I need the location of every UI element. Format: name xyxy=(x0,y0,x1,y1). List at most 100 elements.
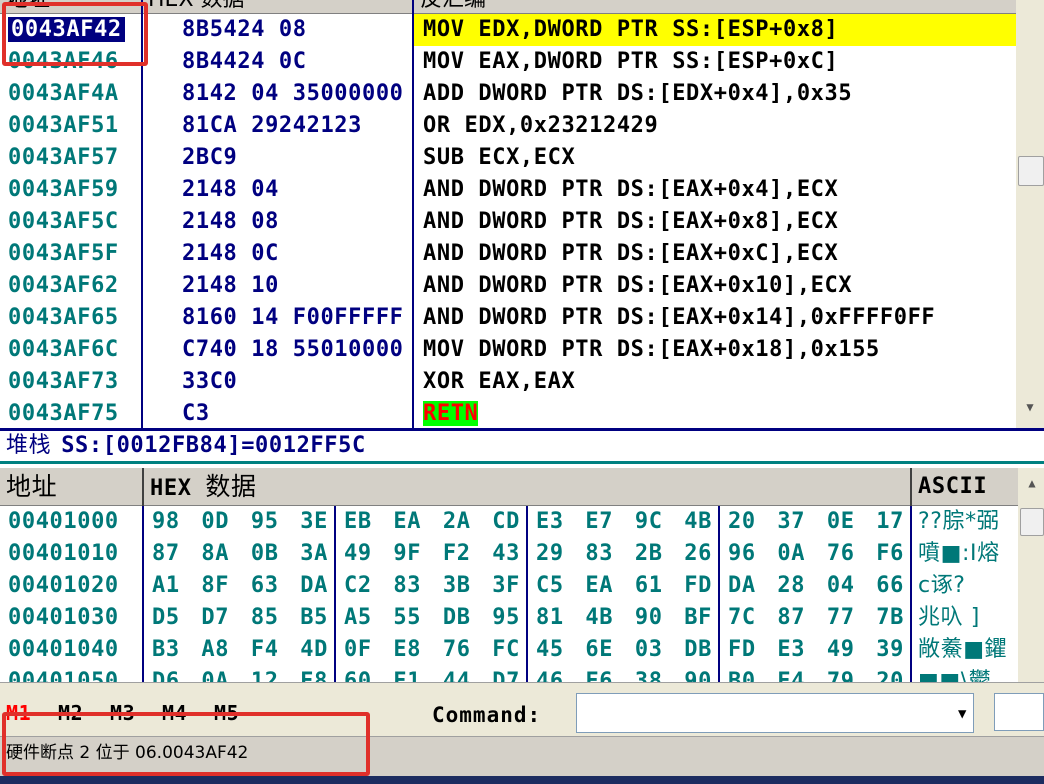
instruction-disasm[interactable]: AND DWORD PTR DS:[EAX+0xC],ECX xyxy=(414,238,1016,270)
dump-byte[interactable]: 29 xyxy=(536,538,564,570)
dump-tab-m3[interactable]: M3 xyxy=(110,701,135,725)
scroll-up-arrow-icon[interactable]: ▲ xyxy=(1018,476,1044,490)
dump-byte[interactable]: 39 xyxy=(876,634,904,666)
instruction-hex[interactable]: 81CA 29242123 xyxy=(142,110,413,142)
dump-byte[interactable]: 66 xyxy=(876,570,904,602)
dump-byte[interactable]: D7 xyxy=(201,602,229,634)
dump-byte[interactable]: E7 xyxy=(585,506,613,538)
dump-byte[interactable]: 95 xyxy=(492,602,520,634)
dump-byte[interactable]: A1 xyxy=(152,570,180,602)
dump-byte[interactable]: 0A xyxy=(777,538,805,570)
instruction-address[interactable]: 0043AF5C xyxy=(0,206,142,238)
instruction-address[interactable]: 0043AF51 xyxy=(0,110,142,142)
instruction-address[interactable]: 0043AF4A xyxy=(0,78,142,110)
instruction-hex[interactable]: 2148 08 xyxy=(142,206,413,238)
disassembly-row[interactable]: 0043AF75 C3 RETN xyxy=(0,398,1016,428)
dump-byte[interactable]: E1 xyxy=(393,666,421,682)
instruction-address[interactable]: 0043AF42 xyxy=(0,14,142,46)
dump-address[interactable]: 00401050 xyxy=(0,666,143,682)
dump-byte[interactable]: F2 xyxy=(443,538,471,570)
dump-byte[interactable]: 87 xyxy=(777,602,805,634)
disassembly-row[interactable]: 0043AF65 8160 14 F00FFFFF AND DWORD PTR DS… xyxy=(0,302,1016,334)
command-side-box[interactable] xyxy=(994,693,1044,731)
instruction-address[interactable]: 0043AF6C xyxy=(0,334,142,366)
dump-byte[interactable]: 0A xyxy=(201,666,229,682)
dump-column-ascii[interactable]: ASCII xyxy=(912,468,1018,506)
dump-byte[interactable]: 87 xyxy=(152,538,180,570)
disassembly-row[interactable]: 0043AF57 2BC9 SUB ECX,ECX xyxy=(0,142,1016,174)
scrollbar-thumb[interactable] xyxy=(1020,508,1044,536)
instruction-disasm[interactable]: AND DWORD PTR DS:[EAX+0x10],ECX xyxy=(414,270,1016,302)
disassembly-row[interactable]: 0043AF5F 2148 0C AND DWORD PTR DS:[EAX+0xC… xyxy=(0,238,1016,270)
dump-byte[interactable]: E3 xyxy=(777,634,805,666)
disassembly-row[interactable]: 0043AF62 2148 10 AND DWORD PTR DS:[EAX+0x1… xyxy=(0,270,1016,302)
dump-tab-m5[interactable]: M5 xyxy=(214,701,239,725)
instruction-disasm[interactable]: OR EDX,0x23212429 xyxy=(414,110,1016,142)
dump-byte[interactable]: 76 xyxy=(827,538,855,570)
dump-byte[interactable]: 3A xyxy=(300,538,328,570)
dump-byte[interactable]: A5 xyxy=(344,602,372,634)
dump-column-hex[interactable]: HEX 数据 xyxy=(144,468,912,506)
dump-byte[interactable]: 6E xyxy=(585,634,613,666)
dump-byte[interactable]: 55 xyxy=(393,602,421,634)
dropdown-arrow-icon[interactable]: ▼ xyxy=(958,706,967,722)
dump-byte[interactable]: 28 xyxy=(777,570,805,602)
dump-byte[interactable]: F6 xyxy=(876,538,904,570)
dump-byte[interactable]: FC xyxy=(492,634,520,666)
dump-row[interactable]: 00401030 D5 D7 85 B5 A5 55 DB 95 81 4B 90 BF 7C 87 77 7B… xyxy=(0,602,1018,634)
disassembly-scrollbar[interactable]: ▼ xyxy=(1016,0,1044,428)
instruction-hex[interactable]: 8B4424 0C xyxy=(142,46,413,78)
dump-byte[interactable]: FD xyxy=(684,570,712,602)
dump-byte[interactable]: DB xyxy=(684,634,712,666)
instruction-disasm[interactable]: MOV EAX,DWORD PTR SS:[ESP+0xC] xyxy=(414,46,1016,78)
dump-byte[interactable]: 49 xyxy=(344,538,372,570)
dump-byte[interactable]: A8 xyxy=(201,634,229,666)
instruction-hex[interactable]: C740 18 55010000 xyxy=(142,334,413,366)
dump-tab-m4[interactable]: M4 xyxy=(162,701,187,725)
dump-byte[interactable]: 0D xyxy=(201,506,229,538)
dump-byte[interactable]: 2A xyxy=(443,506,471,538)
dump-tab-m1[interactable]: M1 xyxy=(6,701,31,725)
instruction-address[interactable]: 0043AF5F xyxy=(0,238,142,270)
instruction-address[interactable]: 0043AF57 xyxy=(0,142,142,174)
instruction-disasm[interactable]: MOV EDX,DWORD PTR SS:[ESP+0x8] xyxy=(414,14,1016,46)
dump-byte[interactable]: 8A xyxy=(201,538,229,570)
instruction-disasm[interactable]: AND DWORD PTR DS:[EAX+0x4],ECX xyxy=(414,174,1016,206)
dump-byte[interactable]: 81 xyxy=(536,602,564,634)
instruction-address[interactable]: 0043AF73 xyxy=(0,366,142,398)
dump-byte[interactable]: 2B xyxy=(635,538,663,570)
instruction-disasm[interactable]: AND DWORD PTR DS:[EAX+0x14],0xFFFF0FF xyxy=(414,302,1016,334)
dump-byte[interactable]: 45 xyxy=(536,634,564,666)
instruction-disasm[interactable]: ADD DWORD PTR DS:[EDX+0x4],0x35 xyxy=(414,78,1016,110)
disassembly-row[interactable]: 0043AF46 8B4424 0C MOV EAX,DWORD PTR SS:[E… xyxy=(0,46,1016,78)
column-header-address[interactable]: 地址 xyxy=(0,0,142,14)
instruction-hex[interactable]: 8142 04 35000000 xyxy=(142,78,413,110)
instruction-disasm[interactable]: RETN xyxy=(414,398,1016,428)
dump-byte[interactable]: EB xyxy=(344,506,372,538)
dump-byte[interactable]: C2 xyxy=(344,570,372,602)
command-input[interactable]: ▼ xyxy=(576,693,974,733)
dump-byte[interactable]: 3E xyxy=(300,506,328,538)
disassembly-row[interactable]: 0043AF59 2148 04 AND DWORD PTR DS:[EAX+0x4… xyxy=(0,174,1016,206)
dump-byte[interactable]: BF xyxy=(684,602,712,634)
dump-row[interactable]: 00401040 B3 A8 F4 4D 0F E8 76 FC 45 6E 03 DB FD E3 49 39… xyxy=(0,634,1018,666)
disassembly-row[interactable]: 0043AF6C C740 18 55010000 MOV DWORD PTR DS… xyxy=(0,334,1016,366)
dump-byte[interactable]: 20 xyxy=(876,666,904,682)
dump-row[interactable]: 00401000 98 0D 95 3E EB EA 2A CD E3 E7 9C 4B 20 37 0E 17… xyxy=(0,506,1018,538)
dump-byte[interactable]: 95 xyxy=(251,506,279,538)
instruction-disasm[interactable]: XOR EAX,EAX xyxy=(414,366,1016,398)
instruction-disasm[interactable]: MOV DWORD PTR DS:[EAX+0x18],0x155 xyxy=(414,334,1016,366)
dump-byte[interactable]: D5 xyxy=(152,602,180,634)
dump-byte[interactable]: 8F xyxy=(201,570,229,602)
dump-byte[interactable]: F6 xyxy=(585,666,613,682)
dump-byte[interactable]: 26 xyxy=(684,538,712,570)
dump-ascii[interactable]: 敞鯗■鑺 xyxy=(912,634,1018,666)
dump-column-address[interactable]: 地址 xyxy=(0,468,144,506)
dump-byte[interactable]: 83 xyxy=(393,570,421,602)
dump-byte[interactable]: E4 xyxy=(777,666,805,682)
instruction-hex[interactable]: 2BC9 xyxy=(142,142,413,174)
instruction-hex[interactable]: 2148 0C xyxy=(142,238,413,270)
dump-byte[interactable]: 04 xyxy=(827,570,855,602)
disassembly-row[interactable]: 0043AF5C 2148 08 AND DWORD PTR DS:[EAX+0x8… xyxy=(0,206,1016,238)
dump-byte[interactable]: 7C xyxy=(728,602,756,634)
